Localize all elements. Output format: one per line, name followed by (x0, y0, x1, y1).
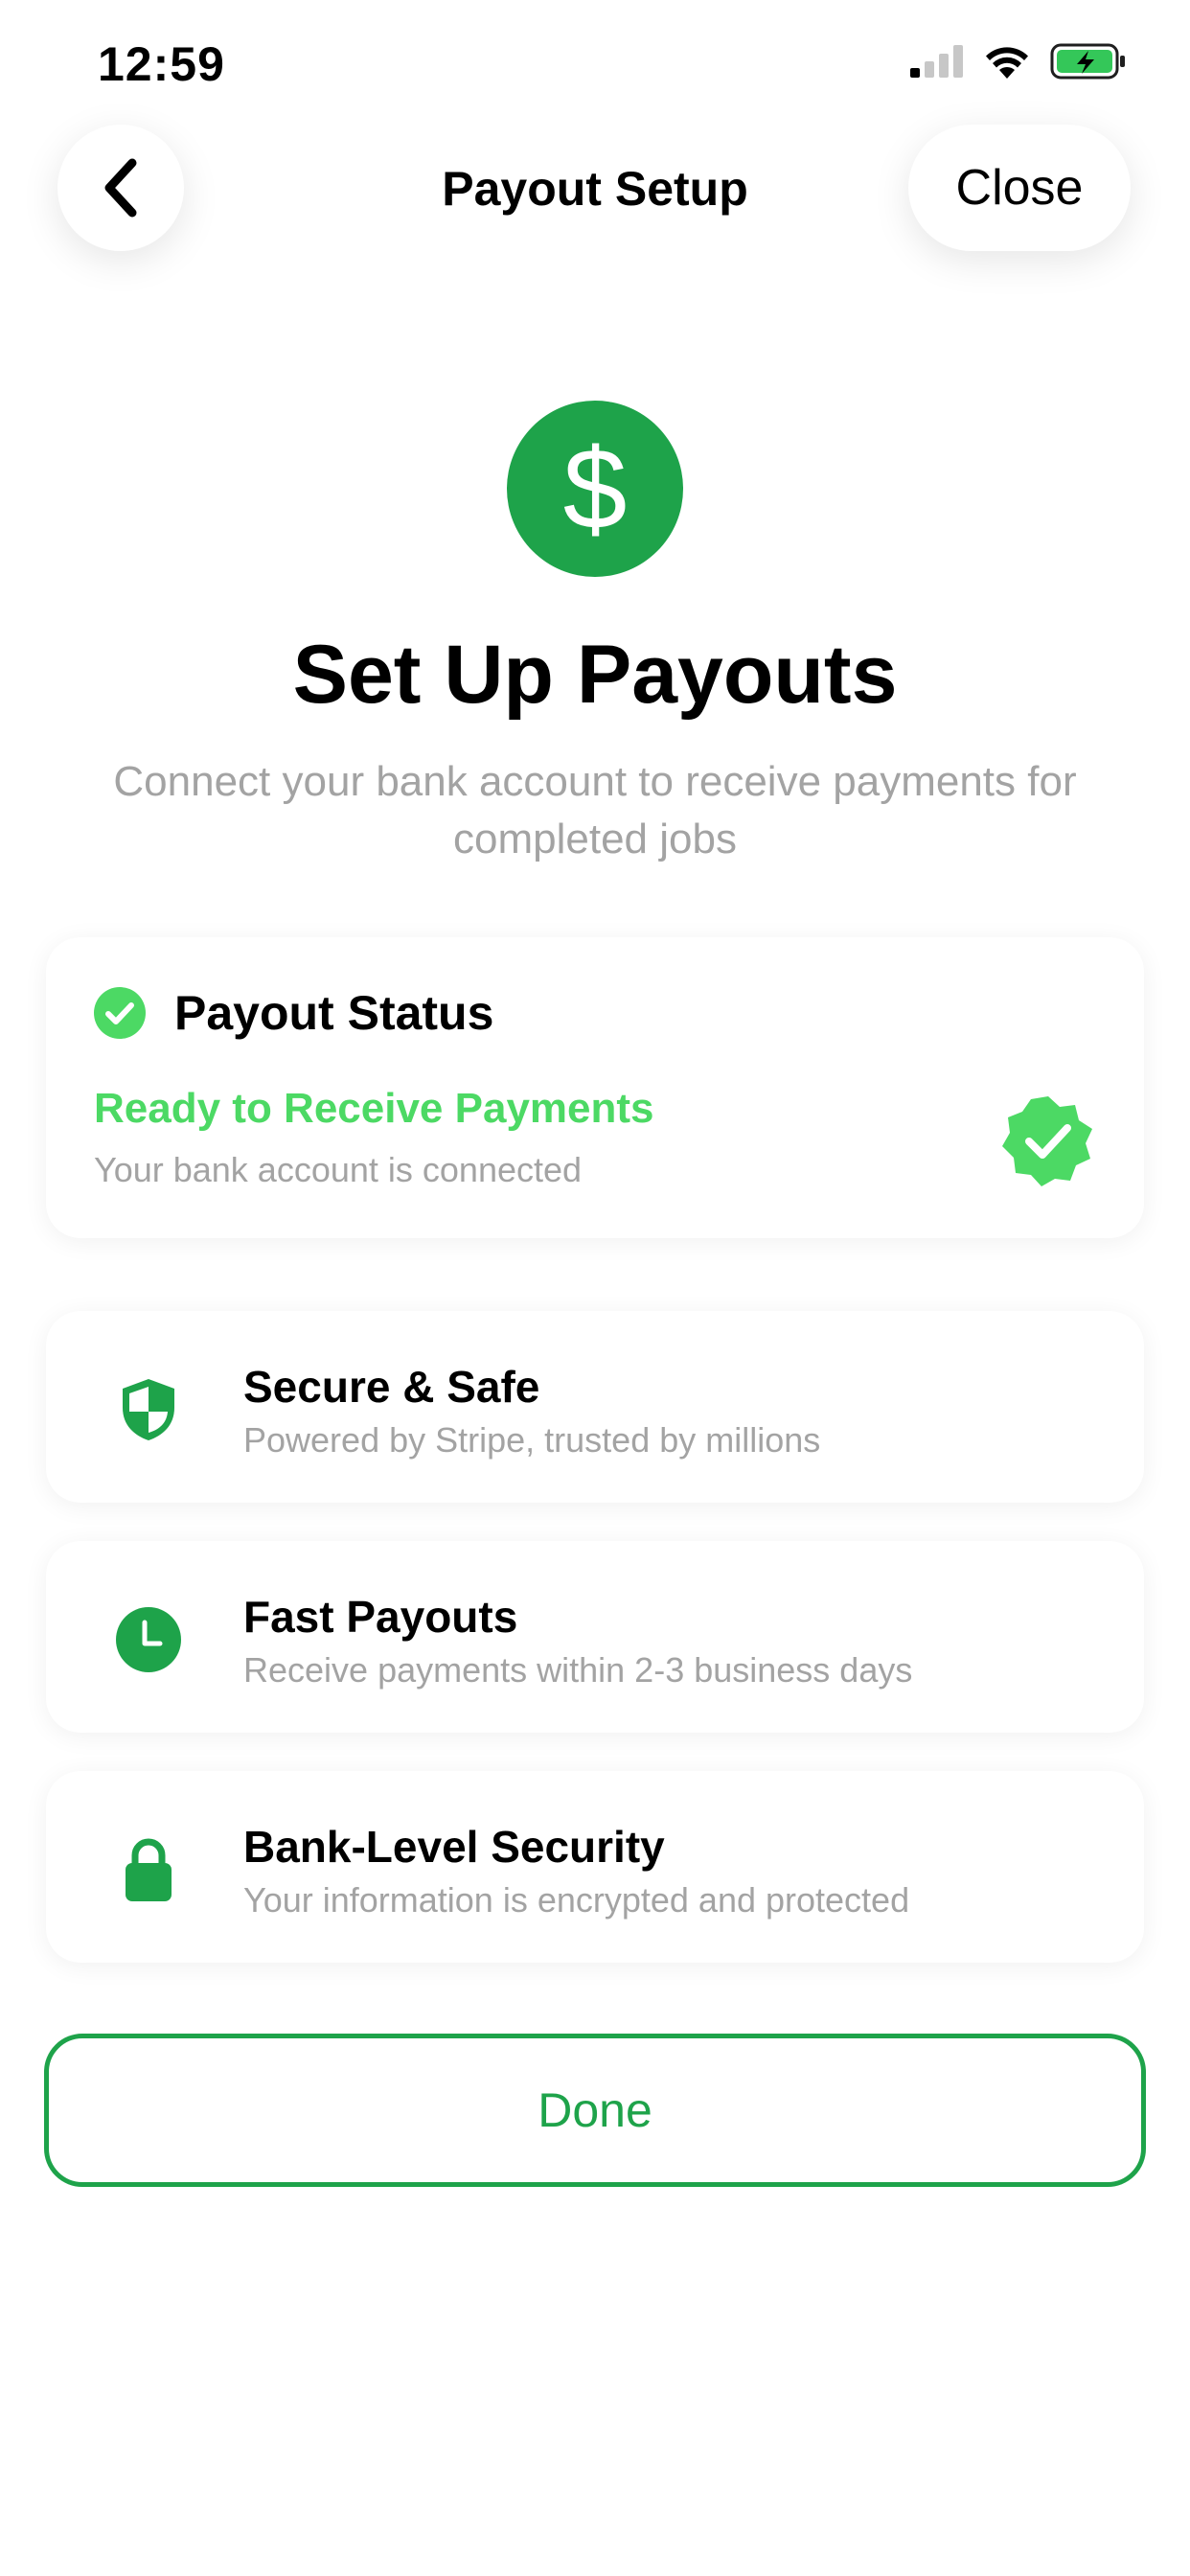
wifi-icon (986, 47, 1028, 79)
page-title: Set Up Payouts (292, 629, 898, 721)
feature-card-bank-security: Bank-Level Security Your information is … (46, 1771, 1144, 1963)
close-button[interactable]: Close (908, 125, 1131, 251)
clock-icon (115, 1606, 182, 1673)
payout-status-heading: Payout Status (174, 986, 494, 1040)
payout-status-card: Payout Status Ready to Receive Payments … (46, 937, 1144, 1238)
feature-subtitle: Receive payments within 2-3 business day… (243, 1650, 913, 1690)
page-subtitle: Connect your bank account to receive pay… (113, 758, 1077, 862)
status-subtitle: Your bank account is connected (94, 1150, 583, 1189)
feature-card-secure: Secure & Safe Powered by Stripe, trusted… (46, 1311, 1144, 1503)
feature-card-fast-payouts: Fast Payouts Receive payments within 2-3… (46, 1541, 1144, 1733)
lock-icon (115, 1836, 182, 1903)
done-button[interactable]: Done (44, 2034, 1146, 2187)
shield-icon (115, 1376, 182, 1443)
battery-charging-icon (1050, 43, 1125, 80)
feature-subtitle: Your information is encrypted and protec… (243, 1880, 910, 1920)
status-title: Ready to Receive Payments (94, 1085, 654, 1132)
status-time: 12:59 (98, 37, 225, 91)
feature-subtitle: Powered by Stripe, trusted by millions (243, 1420, 821, 1460)
status-icons (910, 42, 1127, 80)
check-circle-icon (94, 987, 146, 1039)
cellular-signal-icon (910, 45, 963, 78)
verified-badge-icon (1002, 1096, 1092, 1186)
dollar-icon: $ (507, 401, 683, 577)
feature-title: Bank-Level Security (243, 1822, 665, 1872)
payout-setup-screen: 12:59 Payout Setup Close $ Set Up Payout… (0, 0, 1190, 2576)
payout-status-header: Payout Status (94, 985, 493, 1041)
feature-title: Secure & Safe (243, 1362, 540, 1412)
feature-title: Fast Payouts (243, 1592, 518, 1642)
